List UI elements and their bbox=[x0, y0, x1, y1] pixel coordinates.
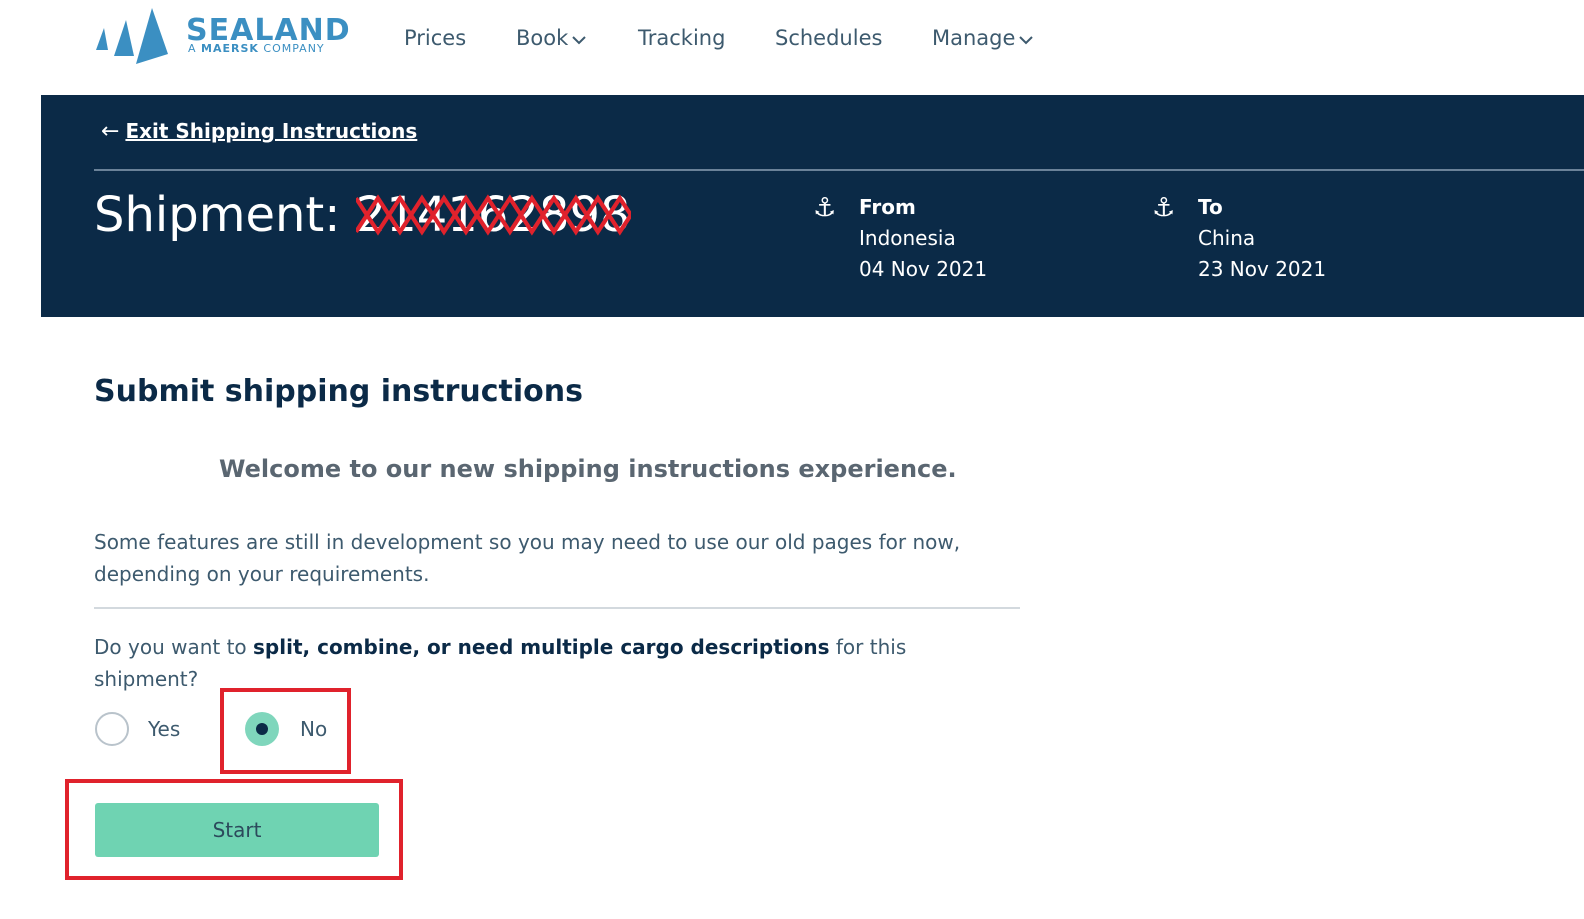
highlight-no-option bbox=[220, 688, 351, 774]
shipment-title: Shipment: 214162898 bbox=[94, 187, 631, 243]
radio-no[interactable] bbox=[245, 712, 279, 746]
radio-yes-label[interactable]: Yes bbox=[148, 714, 180, 744]
anchor-icon: ⚓ bbox=[1152, 193, 1176, 223]
start-button[interactable]: Start bbox=[95, 803, 379, 857]
shipment-number: 214162898 bbox=[355, 187, 631, 243]
exit-shipping-instructions-link[interactable]: ← Exit Shipping Instructions bbox=[101, 117, 417, 146]
nav-manage[interactable]: Manage bbox=[932, 24, 1034, 52]
nav-book[interactable]: Book bbox=[516, 24, 586, 52]
section-divider bbox=[94, 607, 1020, 609]
arrow-left-icon: ← bbox=[101, 119, 120, 144]
header-divider bbox=[94, 169, 1584, 171]
sails-logo-icon bbox=[96, 8, 168, 64]
shipment-header: ← Exit Shipping Instructions Shipment: 21… bbox=[41, 95, 1584, 317]
page-title: Submit shipping instructions bbox=[94, 374, 583, 409]
welcome-message: Welcome to our new shipping instructions… bbox=[219, 455, 957, 483]
nav-prices[interactable]: Prices bbox=[404, 24, 466, 52]
nav-tracking[interactable]: Tracking bbox=[638, 24, 725, 52]
top-navigation: SEALAND A MAERSK COMPANY Prices Book Tra… bbox=[0, 0, 1584, 95]
sealand-logo[interactable]: SEALAND A MAERSK COMPANY bbox=[94, 6, 374, 68]
anchor-icon: ⚓ bbox=[813, 193, 837, 223]
nav-schedules[interactable]: Schedules bbox=[775, 24, 882, 52]
brand-tagline: A MAERSK COMPANY bbox=[188, 42, 325, 55]
radio-no-label[interactable]: No bbox=[300, 714, 327, 744]
redaction-scribble bbox=[355, 194, 631, 236]
chevron-down-icon bbox=[1019, 24, 1034, 52]
chevron-down-icon bbox=[572, 24, 586, 52]
radio-yes[interactable] bbox=[95, 712, 129, 746]
development-notice: Some features are still in development s… bbox=[94, 530, 961, 586]
cargo-question: Do you want to split, combine, or need m… bbox=[94, 635, 907, 691]
